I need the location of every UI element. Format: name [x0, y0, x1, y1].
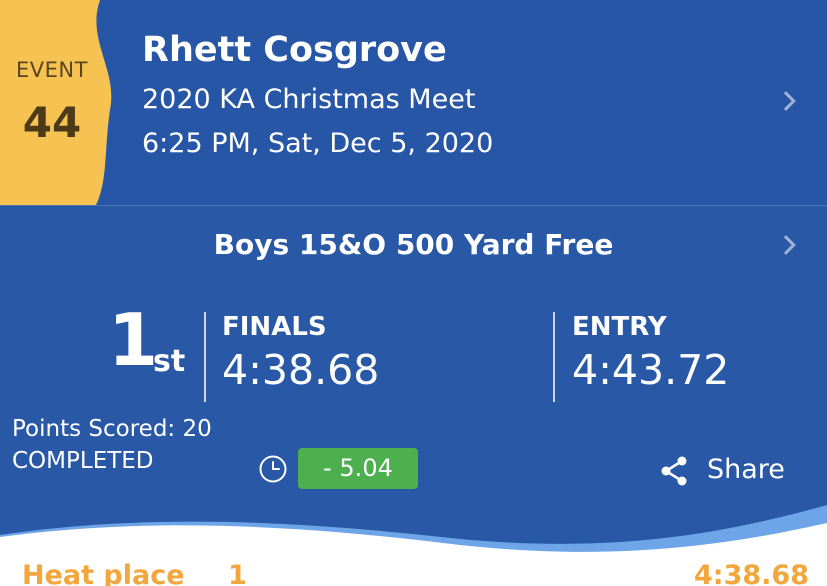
status-text: COMPLETED — [12, 448, 154, 474]
swimmer-header[interactable]: EVENT 44 Rhett Cosgrove 2020 KA Christma… — [0, 0, 827, 205]
finals-time: 4:38.68 — [222, 346, 380, 394]
share-icon — [661, 456, 687, 486]
entry-time: 4:43.72 — [572, 346, 730, 394]
points-scored: Points Scored: 20 — [12, 416, 212, 442]
column-divider — [553, 312, 555, 402]
event-number: 44 — [22, 98, 82, 147]
finals-label: FINALS — [222, 312, 327, 342]
event-badge: EVENT 44 — [0, 0, 112, 205]
heat-place-value: 1 — [228, 560, 247, 586]
place-suffix: st — [153, 344, 186, 379]
heat-row[interactable]: Heat place 1 4:38.68 — [0, 558, 827, 586]
share-label: Share — [707, 454, 785, 485]
entry-label: ENTRY — [572, 312, 667, 342]
column-divider — [204, 312, 206, 402]
heat-place-label: Heat place — [22, 560, 185, 586]
time-diff-badge: - 5.04 — [298, 448, 418, 489]
meet-name: 2020 KA Christmas Meet — [142, 84, 476, 115]
heat-time: 4:38.68 — [694, 560, 809, 586]
meet-datetime: 6:25 PM, Sat, Dec 5, 2020 — [142, 128, 494, 159]
swimmer-name: Rhett Cosgrove — [142, 30, 447, 70]
clock-icon — [259, 455, 287, 483]
chevron-right-icon[interactable] — [776, 91, 796, 111]
share-button[interactable]: Share — [658, 450, 798, 490]
event-label: EVENT — [16, 58, 88, 82]
place-number: 1 — [108, 298, 159, 382]
event-title[interactable]: Boys 15&O 500 Yard Free — [0, 228, 827, 261]
